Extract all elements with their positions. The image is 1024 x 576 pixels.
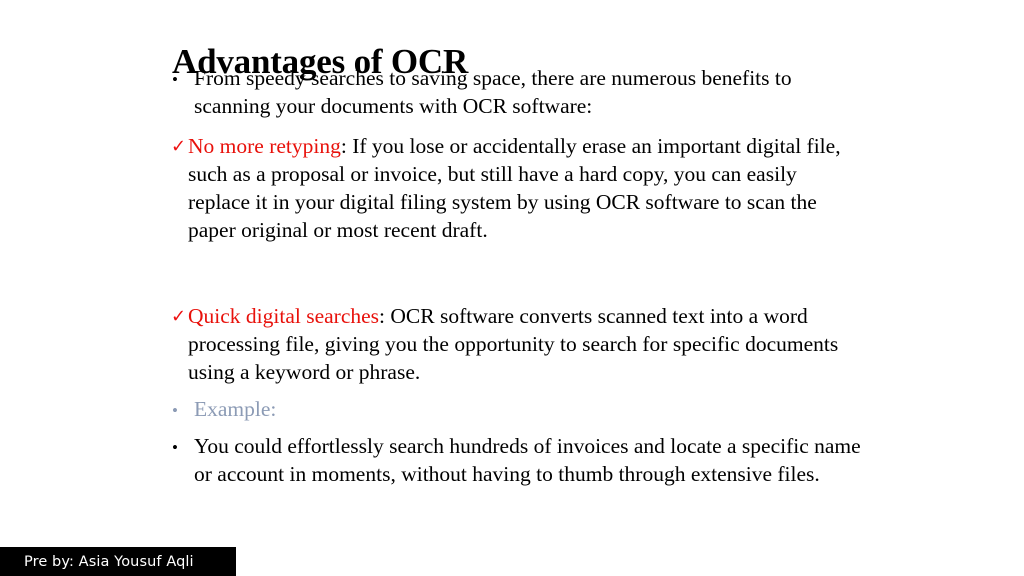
intro-bullet-text: From speedy searches to saving space, th… — [194, 66, 792, 118]
example-body-text: You could effortlessly search hundreds o… — [194, 434, 861, 486]
list-item-example-label: Example: — [172, 395, 862, 423]
dot-bullet-icon — [172, 64, 192, 94]
slide-body: From speedy searches to saving space, th… — [172, 64, 862, 488]
list-item-no-more-retyping: No more retyping: If you lose or acciden… — [172, 132, 862, 244]
list-item-intro: From speedy searches to saving space, th… — [172, 64, 862, 120]
point-two-separator: : — [379, 304, 391, 328]
check-bullet-icon — [171, 302, 187, 331]
dot-bullet-icon — [172, 395, 192, 425]
list-item-example-body: You could effortlessly search hundreds o… — [172, 432, 862, 488]
dot-bullet-icon — [172, 432, 192, 462]
check-bullet-icon — [171, 132, 187, 161]
footer-credit-text: Pre by: Asia Yousuf Aqli — [24, 553, 194, 570]
point-one-heading: No more retyping — [188, 134, 341, 158]
example-label-text: Example: — [194, 397, 277, 421]
point-two-heading: Quick digital searches — [188, 304, 380, 328]
point-one-separator: : — [340, 134, 353, 158]
slide-canvas: Advantages of OCR From speedy searches t… — [0, 0, 1024, 576]
list-item-quick-digital-searches: Quick digital searches: OCR software con… — [172, 302, 862, 386]
footer-credit-bar: Pre by: Asia Yousuf Aqli — [0, 547, 236, 576]
